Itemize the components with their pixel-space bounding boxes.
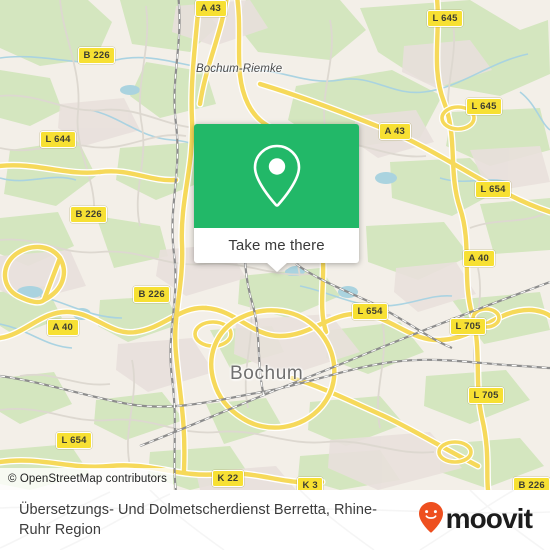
popup-action-label: Take me there [228,237,325,254]
road-shield-l644[interactable]: L 644 [40,131,77,148]
road-shield-l654-south[interactable]: L 654 [56,432,93,449]
road-shield-b226-se[interactable]: B 226 [513,477,550,490]
road-shield-k3[interactable]: K 3 [297,477,324,490]
road-shield-a43-north[interactable]: A 43 [195,0,227,17]
footer-bar: Übersetzungs- Und Dolmetscherdienst Berr… [0,490,550,550]
road-shield-b226-west[interactable]: B 226 [70,206,108,223]
moovit-logo[interactable]: moovit [418,502,533,534]
moovit-pin-icon [418,502,443,533]
map-viewport[interactable]: Bochum-Riemke Bochum A 43 L 645 B 226 L … [0,0,550,490]
road-shield-a43-east[interactable]: A 43 [379,123,411,140]
road-shield-l654-east[interactable]: L 654 [475,181,512,198]
road-shield-l705-south[interactable]: L 705 [468,387,505,404]
map-pin-icon [253,144,300,207]
road-shield-l654-center[interactable]: L 654 [352,303,389,320]
attribution-text: © OpenStreetMap contributors [8,473,167,485]
road-shield-l645-north[interactable]: L 645 [427,10,464,27]
popup-action-button[interactable]: Take me there [194,228,359,263]
moovit-wordmark: moovit [445,502,533,534]
road-shield-a40-west[interactable]: A 40 [47,319,79,336]
road-shield-k22[interactable]: K 22 [212,470,244,487]
road-shield-a40-east[interactable]: A 40 [463,250,495,267]
map-page: Bochum-Riemke Bochum A 43 L 645 B 226 L … [0,0,550,550]
road-shield-l705-north[interactable]: L 705 [450,318,487,335]
map-attribution[interactable]: © OpenStreetMap contributors [0,468,173,490]
road-shield-l645-ne[interactable]: L 645 [466,98,503,115]
page-title: Übersetzungs- Und Dolmetscherdienst Berr… [19,502,378,538]
popup-tail [265,262,288,272]
road-shield-b226-nw[interactable]: B 226 [78,47,116,64]
road-shield-b226-center[interactable]: B 226 [133,286,171,303]
popup-header [194,124,359,228]
location-popup[interactable]: Take me there [194,124,359,272]
